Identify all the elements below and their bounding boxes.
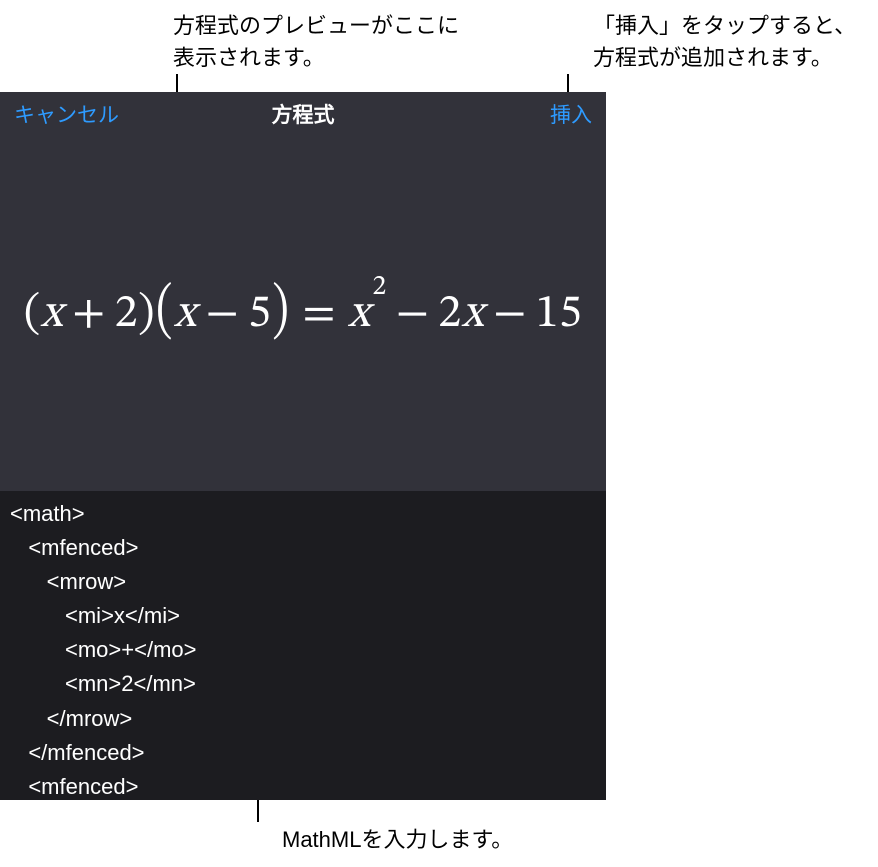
variable-x: x xyxy=(462,291,485,337)
callout-mathml-text: MathMLを入力します。 xyxy=(282,824,513,856)
equation-preview-area: (x+2)(x−5)=x2−2x−15 xyxy=(0,136,606,491)
editor-title: 方程式 xyxy=(272,99,335,129)
editor-navbar: キャンセル 方程式 挿入 xyxy=(0,92,606,136)
cancel-button[interactable]: キャンセル xyxy=(0,92,133,136)
left-paren: ( xyxy=(24,291,41,337)
left-paren-large: ( xyxy=(156,272,173,350)
operator-minus: − xyxy=(197,291,249,337)
insert-button[interactable]: 挿入 xyxy=(536,92,606,136)
right-paren: ) xyxy=(138,291,155,337)
operator-equals: = xyxy=(290,291,348,337)
operator-minus: − xyxy=(484,291,536,337)
number-2: 2 xyxy=(115,291,138,337)
superscript-2: 2 xyxy=(373,273,387,301)
callout-preview-text: 方程式のプレビューがここに 表示されます。 xyxy=(173,10,459,74)
number-5: 5 xyxy=(248,291,271,337)
operator-plus: + xyxy=(63,291,115,337)
callout-insert-line xyxy=(567,74,569,94)
right-paren-large: ) xyxy=(272,272,289,350)
variable-x: x xyxy=(348,291,371,337)
variable-x: x xyxy=(174,291,197,337)
callout-insert-text: 「挿入」をタップすると、 方程式が追加されます。 xyxy=(593,10,856,74)
operator-minus: − xyxy=(387,291,439,337)
number-15: 15 xyxy=(536,291,583,337)
equation-preview: (x+2)(x−5)=x2−2x−15 xyxy=(24,285,583,343)
equation-editor-panel: キャンセル 方程式 挿入 (x+2)(x−5)=x2−2x−15 <math> … xyxy=(0,92,606,800)
mathml-code-input[interactable]: <math> <mfenced> <mrow> <mi>x</mi> <mo>+… xyxy=(0,491,606,800)
number-2: 2 xyxy=(438,291,461,337)
variable-x: x xyxy=(41,291,64,337)
